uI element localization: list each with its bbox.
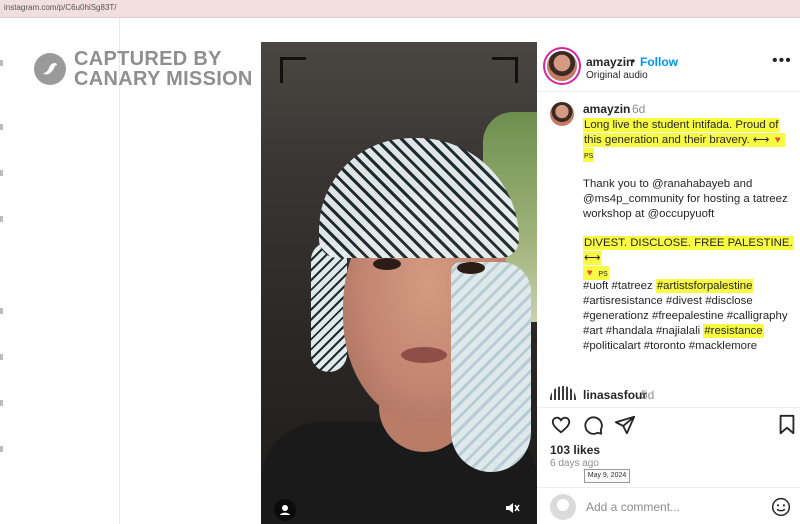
post-panel: amayzin • Follow Original audio ••• amay… bbox=[537, 42, 800, 524]
sidebar-tick bbox=[0, 400, 3, 406]
post-date[interactable]: 6 days ago bbox=[550, 458, 599, 469]
comment-input[interactable]: Add a comment... bbox=[586, 500, 680, 514]
caption-text-3: DIVEST. DISCLOSE. FREE PALESTINE. bbox=[584, 237, 793, 249]
highlighted-hashtag[interactable]: #resistance bbox=[703, 324, 764, 338]
more-horizontal-icon[interactable]: ••• bbox=[772, 52, 792, 70]
canary-bird-icon bbox=[34, 53, 66, 85]
comment-icon[interactable] bbox=[582, 414, 604, 441]
date-tooltip: May 9, 2024 bbox=[584, 469, 630, 483]
share-icon[interactable] bbox=[614, 414, 636, 441]
caption-comment: amayzin 6d Long live the student intifad… bbox=[537, 92, 800, 392]
canary-mission-watermark: CAPTURED BY CANARY MISSION bbox=[34, 46, 264, 94]
sidebar-tick bbox=[0, 124, 3, 130]
arrow-glyph: ⟷ bbox=[752, 134, 770, 146]
highlight-1: Long live the student intifada. Proud of… bbox=[583, 118, 785, 162]
likes-count[interactable]: 103 likes bbox=[550, 443, 600, 457]
red-triangle-icon: 🔻 bbox=[772, 135, 784, 145]
highlight-2: DIVEST. DISCLOSE. FREE PALESTINE. ⟷ 🔻 PS bbox=[583, 236, 794, 280]
sidebar-tick bbox=[0, 60, 3, 66]
mention-link[interactable]: @ms4p_community bbox=[583, 193, 684, 205]
right-eye bbox=[457, 262, 485, 274]
caption-hashtags: #uoft #tatreez #artistsforpalestine #art… bbox=[583, 279, 795, 354]
watermark-line2: CANARY MISSION bbox=[74, 68, 253, 90]
caption-time: 6d bbox=[632, 102, 646, 116]
sidebar-tick bbox=[0, 216, 3, 222]
next-comment: linasasfour 5d bbox=[537, 386, 800, 408]
caption-text-1: Long live the student intifada. Proud of… bbox=[584, 119, 779, 146]
heart-icon[interactable] bbox=[550, 414, 572, 441]
sidebar-tick bbox=[0, 446, 3, 452]
caption-paragraph-3: DIVEST. DISCLOSE. FREE PALESTINE. ⟷ 🔻 PS bbox=[583, 236, 795, 282]
caption-avatar[interactable] bbox=[550, 102, 574, 126]
ps-mark: PS bbox=[584, 153, 594, 160]
keffiyeh-left-fold bbox=[311, 242, 347, 372]
audio-label[interactable]: Original audio bbox=[586, 70, 648, 81]
arrow-glyph: ⟷ bbox=[584, 252, 601, 264]
header-separator: • bbox=[631, 54, 636, 68]
follow-button[interactable]: Follow bbox=[640, 55, 678, 69]
frame-corner-top-left bbox=[280, 57, 306, 83]
caption-paragraph-2: Thank you to @ranahabayeb and @ms4p_comm… bbox=[583, 177, 795, 222]
reel-video[interactable] bbox=[261, 42, 537, 524]
ps-mark: PS bbox=[598, 271, 608, 278]
next-comment-avatar[interactable] bbox=[550, 386, 576, 400]
avatar[interactable] bbox=[547, 51, 577, 81]
bookmark-icon[interactable] bbox=[777, 414, 797, 441]
caption-username[interactable]: amayzin bbox=[583, 102, 630, 116]
hashtag-links[interactable]: #politicalart #toronto #macklemore bbox=[583, 340, 757, 352]
sidebar-tick bbox=[0, 354, 3, 360]
mute-icon[interactable] bbox=[501, 497, 523, 519]
caption-paragraph-1: Long live the student intifada. Proud of… bbox=[583, 118, 795, 164]
next-comment-time: 5d bbox=[641, 388, 655, 402]
red-triangle-icon: 🔻 bbox=[584, 268, 596, 278]
caption-text-2a: Thank you to bbox=[583, 178, 653, 190]
mention-link[interactable]: @occupyuoft bbox=[648, 208, 715, 220]
action-bar bbox=[537, 412, 800, 442]
mention-link[interactable]: @ranahabayeb bbox=[652, 178, 730, 190]
frame-corner-top-right bbox=[492, 57, 518, 83]
url-text: instagram.com/p/C6u0hiSg83T/ bbox=[4, 3, 117, 12]
post-header: amayzin • Follow Original audio ••• bbox=[537, 42, 800, 92]
add-comment-bar: Add a comment... bbox=[537, 487, 800, 524]
caption-text-2b: and bbox=[730, 178, 753, 190]
tagged-user-icon[interactable] bbox=[274, 499, 296, 521]
next-comment-username[interactable]: linasasfour bbox=[583, 388, 647, 402]
sidebar-tick bbox=[0, 308, 3, 314]
current-user-avatar bbox=[550, 494, 576, 520]
hashtag-links[interactable]: #uoft #tatreez bbox=[583, 280, 656, 292]
sidebar-tick bbox=[0, 170, 3, 176]
lips bbox=[401, 347, 447, 363]
browser-url-bar[interactable]: instagram.com/p/C6u0hiSg83T/ bbox=[0, 0, 800, 18]
emoji-icon[interactable] bbox=[771, 497, 791, 522]
left-eye bbox=[373, 258, 401, 270]
highlighted-hashtag[interactable]: #artistsforpalestine bbox=[655, 279, 754, 293]
header-username[interactable]: amayzin bbox=[586, 55, 633, 69]
keffiyeh-tassels bbox=[451, 262, 531, 472]
